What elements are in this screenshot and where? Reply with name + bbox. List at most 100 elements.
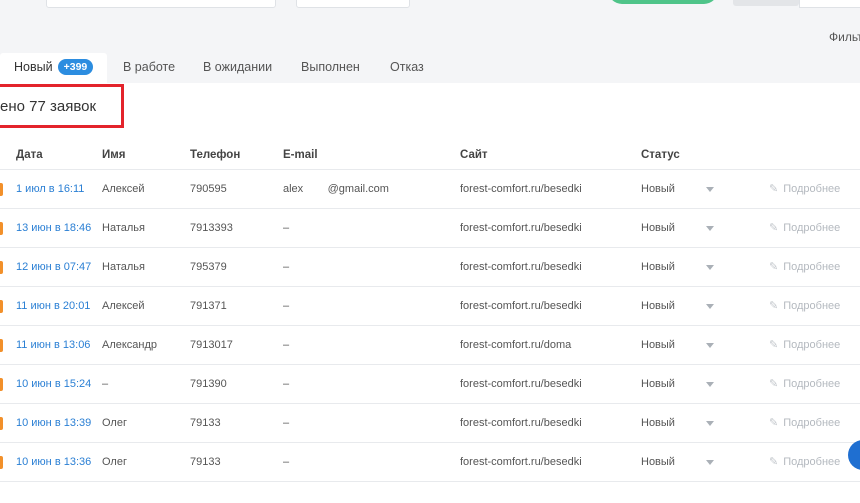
details-label: Подробнее [783, 417, 841, 429]
col-phone: Телефон [190, 149, 241, 161]
pencil-icon: ✎ [769, 417, 779, 429]
table-row[interactable]: 11 июн в 20:01 Алексей 791371 – forest-comfo… [0, 287, 860, 326]
view-toggle-right[interactable] [799, 0, 860, 8]
lead-name: Алексей [102, 300, 145, 312]
lead-site: forest-comfort.ru/besedki [460, 261, 582, 273]
lead-email: – [283, 261, 290, 273]
tab-rejected[interactable]: Отказ [390, 53, 424, 83]
lead-status[interactable]: Новый [641, 404, 675, 443]
lead-date-link[interactable]: 11 июн в 20:01 [16, 287, 90, 326]
lead-status[interactable]: Новый [641, 326, 675, 365]
lead-name: Алексей [102, 183, 145, 195]
table-row[interactable]: 10 июн в 13:39 Олег 79133 – forest-comfort.r… [0, 404, 860, 443]
details-link[interactable]: ✎ Подробнее [769, 404, 840, 443]
lead-email: – [283, 300, 290, 312]
table-row[interactable]: 12 июн в 07:47 Наталья 795379 – forest-comfo… [0, 248, 860, 287]
lead-phone: 7913017 [190, 339, 233, 351]
details-link[interactable]: ✎ Подробнее [769, 365, 840, 404]
new-lead-marker [0, 261, 3, 274]
new-lead-marker [0, 183, 3, 196]
lead-phone: 790595 [190, 183, 227, 195]
new-lead-marker [0, 222, 3, 235]
details-label: Подробнее [783, 339, 841, 351]
new-lead-marker [0, 456, 3, 469]
col-site: Сайт [460, 149, 488, 161]
tab-waiting[interactable]: В ожидании [203, 53, 272, 83]
details-link[interactable]: ✎ Подробнее [769, 170, 840, 209]
lead-status[interactable]: Новый [641, 209, 675, 248]
lead-date-link[interactable]: 1 июл в 16:11 [16, 170, 84, 209]
details-label: Подробнее [783, 300, 841, 312]
table-row[interactable]: 1 июл в 16:11 Алексей 790595 alex @gmail.co… [0, 170, 860, 209]
pencil-icon: ✎ [769, 261, 779, 273]
lead-status[interactable]: Новый [641, 170, 675, 209]
status-dropdown-icon[interactable] [706, 226, 714, 231]
status-dropdown-icon[interactable] [706, 421, 714, 426]
tab-label: Новый [14, 60, 53, 74]
lead-status[interactable]: Новый [641, 287, 675, 326]
lead-name: Александр [102, 339, 158, 351]
lead-status[interactable]: Новый [641, 248, 675, 287]
lead-date-link[interactable]: 10 июн в 13:39 [16, 404, 91, 443]
col-name: Имя [102, 149, 126, 161]
status-dropdown-icon[interactable] [706, 265, 714, 270]
table-row[interactable]: 11 июн в 13:06 Александр 7913017 – forest-co… [0, 326, 860, 365]
primary-action-button[interactable] [608, 0, 718, 4]
new-lead-marker [0, 339, 3, 352]
lead-email: alex @gmail.com [283, 183, 389, 195]
lead-site: forest-comfort.ru/besedki [460, 456, 582, 468]
tab-done[interactable]: Выполнен [301, 53, 360, 83]
lead-phone: 79133 [190, 456, 221, 468]
lead-name: Олег [102, 417, 127, 429]
status-dropdown-icon[interactable] [706, 343, 714, 348]
details-link[interactable]: ✎ Подробнее [769, 326, 840, 365]
view-toggle-left[interactable] [733, 0, 799, 6]
status-dropdown-icon[interactable] [706, 460, 714, 465]
details-label: Подробнее [783, 456, 841, 468]
lead-date-link[interactable]: 12 июн в 07:47 [16, 248, 91, 287]
lead-phone: 791390 [190, 378, 227, 390]
details-link[interactable]: ✎ Подробнее [769, 209, 840, 248]
pencil-icon: ✎ [769, 456, 779, 468]
lead-site: forest-comfort.ru/besedki [460, 378, 582, 390]
lead-site: forest-comfort.ru/besedki [460, 417, 582, 429]
lead-status[interactable]: Новый [641, 365, 675, 404]
filter-link[interactable]: Фильт [829, 30, 860, 44]
table-row[interactable]: 10 июн в 13:36 Олег 79133 – forest-comfort.r… [0, 443, 860, 482]
lead-email: – [283, 339, 290, 351]
lead-phone: 7913393 [190, 222, 233, 234]
pencil-icon: ✎ [769, 183, 779, 195]
details-link[interactable]: ✎ Подробнее [769, 287, 840, 326]
highlight-frame [0, 84, 124, 128]
lead-email: – [283, 378, 290, 390]
lead-date-link[interactable]: 11 июн в 13:06 [16, 326, 90, 365]
lead-phone: 795379 [190, 261, 227, 273]
lead-date-link[interactable]: 10 июн в 15:24 [16, 365, 91, 404]
new-lead-marker [0, 378, 3, 391]
pencil-icon: ✎ [769, 300, 779, 312]
lead-date-link[interactable]: 13 июн в 18:46 [16, 209, 91, 248]
tab-new[interactable]: Новый +399 [0, 53, 108, 83]
lead-name: Наталья [102, 261, 145, 273]
lead-date-link[interactable]: 10 июн в 13:36 [16, 443, 91, 482]
status-dropdown-icon[interactable] [706, 382, 714, 387]
search-input[interactable] [46, 0, 276, 8]
status-dropdown-icon[interactable] [706, 187, 714, 192]
pencil-icon: ✎ [769, 222, 779, 234]
col-date[interactable]: Дата [16, 149, 43, 161]
lead-status[interactable]: Новый [641, 443, 675, 482]
table-row[interactable]: 10 июн в 15:24–791390– forest-comfort.ru/… [0, 365, 860, 404]
lead-name: Наталья [102, 222, 145, 234]
status-dropdown-icon[interactable] [706, 304, 714, 309]
new-count-badge: +399 [57, 59, 94, 75]
tab-in-progress[interactable]: В работе [123, 53, 175, 83]
details-link[interactable]: ✎ Подробнее [769, 443, 840, 482]
details-link[interactable]: ✎ Подробнее [769, 248, 840, 287]
table-row[interactable]: 13 июн в 18:46 Наталья 7913393 – forest-comf… [0, 209, 860, 248]
lead-name: – [102, 378, 109, 390]
pencil-icon: ✎ [769, 339, 779, 351]
lead-phone: 79133 [190, 417, 221, 429]
lead-email: – [283, 456, 290, 468]
date-filter-input[interactable] [296, 0, 410, 8]
lead-site: forest-comfort.ru/besedki [460, 300, 582, 312]
